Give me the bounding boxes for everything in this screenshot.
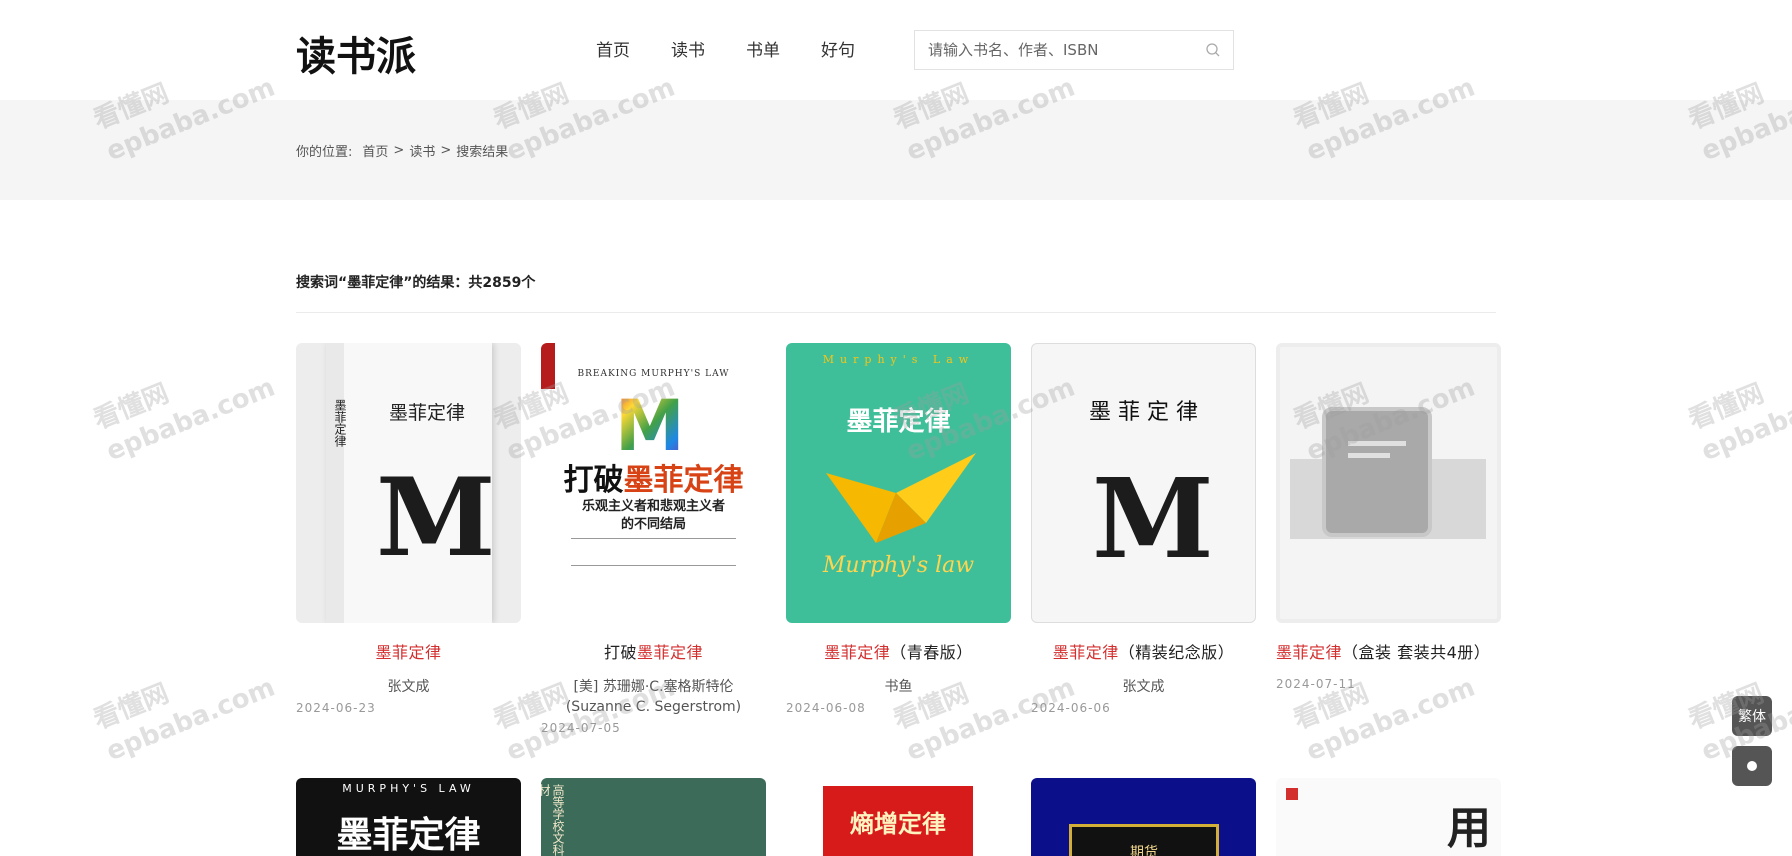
book-date: 2024-06-23 <box>296 701 376 715</box>
book-cover[interactable]: 墨 菲 定 律 M <box>1031 343 1256 623</box>
book-title[interactable]: 墨菲定律（盒装 套装共4册） <box>1276 639 1501 663</box>
book-card[interactable]: 墨菲定律（盒装 套装共4册） 2024-07-11 <box>1276 343 1501 691</box>
book-cover[interactable]: 墨菲定律 墨菲定律 M <box>296 343 521 623</box>
watermark: 看懂网 epbaba.com <box>89 672 280 768</box>
book-cover[interactable]: BREAKING MURPHY'S LAW M 打破墨菲定律 乐观主义者和悲观主… <box>541 343 766 623</box>
watermark: 看懂网 epbaba.com <box>1684 372 1792 468</box>
breadcrumb-read[interactable]: 读书 <box>409 141 435 160</box>
search-box <box>914 30 1234 70</box>
breadcrumb-current: 搜索结果 <box>456 145 509 160</box>
book-cover[interactable]: Murphy's Law 墨菲定律 Murphy's law <box>786 343 1011 623</box>
site-logo[interactable]: 读书派 <box>296 24 416 82</box>
book-card[interactable]: 墨 菲 定 律 M 墨菲定律（精装纪念版） 张文成 2024-06-06 <box>1031 343 1256 715</box>
book-card[interactable]: 期货 <box>1031 778 1256 856</box>
book-date: 2024-06-08 <box>786 701 866 715</box>
moon-icon <box>1747 761 1757 771</box>
breadcrumb-separator: > <box>393 143 405 158</box>
book-title[interactable]: 墨菲定律（青春版） <box>786 639 1011 663</box>
book-card[interactable]: BREAKING MURPHY'S LAW M 打破墨菲定律 乐观主义者和悲观主… <box>541 343 766 735</box>
breadcrumb-prefix: 你的位置: <box>296 145 353 160</box>
breadcrumb-home[interactable]: 首页 <box>362 141 388 160</box>
book-cover[interactable]: 用 <box>1276 778 1501 856</box>
search-input[interactable] <box>915 31 1185 69</box>
book-cover[interactable] <box>1276 343 1501 623</box>
book-card[interactable]: MURPHY'S LAW 墨菲定律 <box>296 778 521 856</box>
traditional-chinese-toggle[interactable]: 繁体 <box>1732 696 1772 736</box>
book-date: 2024-07-05 <box>541 721 621 735</box>
nav-booklist[interactable]: 书单 <box>746 36 780 61</box>
book-title[interactable]: 打破墨菲定律 <box>541 639 766 663</box>
book-card[interactable]: 墨菲定律 墨菲定律 M 墨菲定律 张文成 2024-06-23 <box>296 343 521 715</box>
divider <box>296 312 1496 313</box>
cover-vertical-title: 墨菲定律 <box>333 399 347 447</box>
cover-letter: M <box>376 455 496 581</box>
cover-letter: M <box>1092 454 1214 583</box>
search-icon[interactable] <box>1205 42 1221 58</box>
book-cover[interactable]: 期货 <box>1031 778 1256 856</box>
results-summary: 搜索词“墨菲定律”的结果：共2859个 <box>296 275 536 291</box>
main-nav: 首页 读书 书单 好句 <box>596 36 896 61</box>
book-card[interactable]: 熵增定律 <box>786 778 1011 856</box>
book-author: 书鱼 <box>884 679 913 695</box>
breadcrumb-band: 你的位置: 首页 > 读书 > 搜索结果 <box>0 100 1792 200</box>
book-cover[interactable]: 熵增定律 <box>786 778 1011 856</box>
cover-title: 墨菲定律 <box>389 402 466 424</box>
book-card[interactable]: Murphy's Law 墨菲定律 Murphy's law 墨菲定律（青春版）… <box>786 343 1011 715</box>
origami-bird-icon <box>826 453 976 543</box>
nav-home[interactable]: 首页 <box>596 36 630 61</box>
breadcrumb-separator: > <box>440 143 452 158</box>
book-cover[interactable]: 高等学校文科教材 <box>541 778 766 856</box>
book-cover[interactable]: MURPHY'S LAW 墨菲定律 <box>296 778 521 856</box>
book-card[interactable]: 高等学校文科教材 <box>541 778 766 856</box>
book-date: 2024-07-11 <box>1276 677 1356 691</box>
book-author: 张文成 <box>1122 679 1165 695</box>
book-author: 张文成 <box>387 679 430 695</box>
book-card[interactable]: 用 <box>1276 778 1501 856</box>
book-title[interactable]: 墨菲定律 <box>296 639 521 663</box>
watermark: 看懂网 epbaba.com <box>89 372 280 468</box>
book-date: 2024-06-06 <box>1031 701 1111 715</box>
breadcrumb: 你的位置: 首页 > 读书 > 搜索结果 <box>296 141 508 160</box>
dark-mode-button[interactable] <box>1732 746 1772 786</box>
site-header: 读书派 首页 读书 书单 好句 <box>0 0 1792 100</box>
nav-read[interactable]: 读书 <box>671 36 705 61</box>
book-author: [美] 苏珊娜·C.塞格斯特伦(Suzanne C. Segerstrom) <box>565 679 742 715</box>
book-placeholder-icon <box>1322 407 1432 537</box>
book-title[interactable]: 墨菲定律（精装纪念版） <box>1031 639 1256 663</box>
nav-quotes[interactable]: 好句 <box>821 36 855 61</box>
